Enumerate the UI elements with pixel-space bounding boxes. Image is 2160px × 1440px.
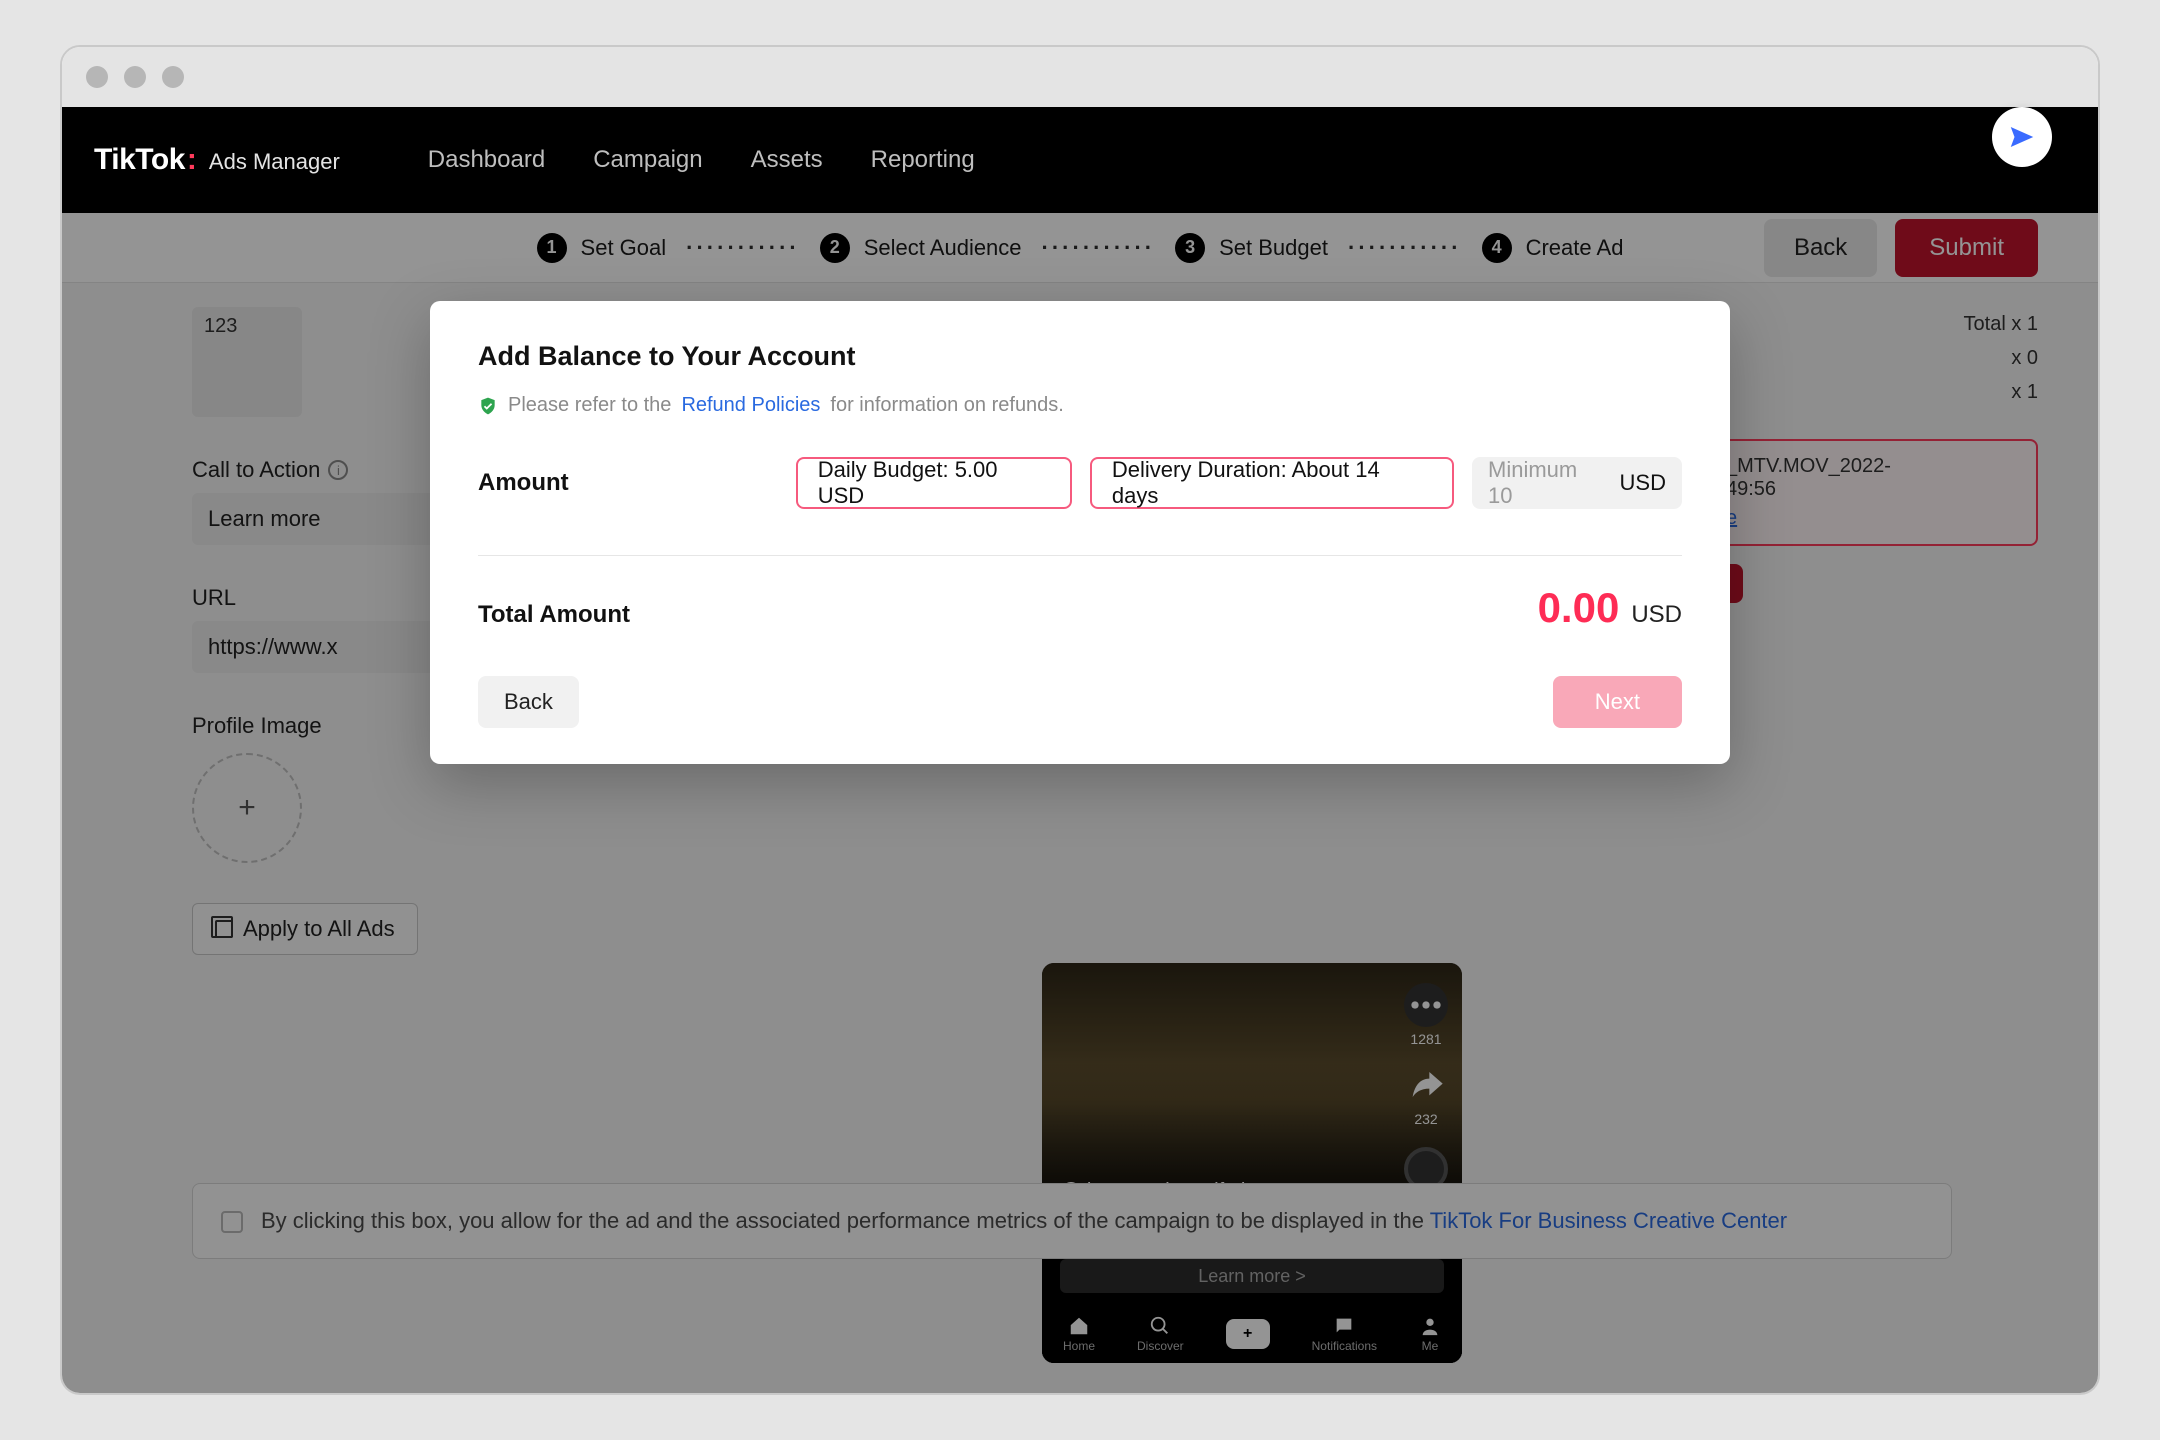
window-dot[interactable] bbox=[86, 66, 108, 88]
brand-subtitle: Ads Manager bbox=[209, 149, 340, 175]
modal-next-button[interactable]: Next bbox=[1553, 676, 1682, 728]
brand: TikTok : Ads Manager bbox=[94, 143, 340, 177]
shield-icon bbox=[478, 396, 498, 416]
total-currency: USD bbox=[1631, 601, 1682, 629]
amount-row: Amount Daily Budget: 5.00 USD Delivery D… bbox=[478, 457, 1682, 509]
help-fab[interactable] bbox=[1992, 107, 2052, 167]
window-dot[interactable] bbox=[162, 66, 184, 88]
refund-info: Please refer to the Refund Policies for … bbox=[478, 394, 1682, 417]
divider bbox=[478, 555, 1682, 556]
nav-campaign[interactable]: Campaign bbox=[593, 146, 702, 174]
browser-window: TikTok : Ads Manager Dashboard Campaign … bbox=[60, 45, 2100, 1395]
nav-reporting[interactable]: Reporting bbox=[871, 146, 975, 174]
window-titlebar bbox=[62, 47, 2098, 107]
total-label: Total Amount bbox=[478, 601, 630, 629]
amount-currency: USD bbox=[1620, 470, 1666, 496]
nav-dashboard[interactable]: Dashboard bbox=[428, 146, 545, 174]
modal-footer: Back Next bbox=[478, 676, 1682, 728]
app-root: TikTok : Ads Manager Dashboard Campaign … bbox=[62, 107, 2098, 1393]
amount-placeholder: Minimum 10 bbox=[1488, 457, 1606, 509]
refund-policies-link[interactable]: Refund Policies bbox=[681, 394, 820, 417]
total-amount-value: 0.00 bbox=[1538, 584, 1620, 632]
window-dot[interactable] bbox=[124, 66, 146, 88]
total-row: Total Amount 0.00 USD bbox=[478, 584, 1682, 632]
modal-title: Add Balance to Your Account bbox=[478, 341, 1682, 372]
nav-assets[interactable]: Assets bbox=[751, 146, 823, 174]
modal-back-button[interactable]: Back bbox=[478, 676, 579, 728]
brand-logo: TikTok bbox=[94, 143, 185, 177]
send-icon bbox=[2007, 122, 2037, 152]
nav-links: Dashboard Campaign Assets Reporting bbox=[428, 146, 975, 174]
amount-label: Amount bbox=[478, 469, 778, 497]
brand-colon: : bbox=[187, 143, 197, 177]
add-balance-modal: Add Balance to Your Account Please refer… bbox=[430, 301, 1730, 764]
delivery-duration-pill[interactable]: Delivery Duration: About 14 days bbox=[1090, 457, 1454, 509]
top-nav: TikTok : Ads Manager Dashboard Campaign … bbox=[62, 107, 2098, 213]
amount-input[interactable]: Minimum 10 USD bbox=[1472, 457, 1682, 509]
daily-budget-pill[interactable]: Daily Budget: 5.00 USD bbox=[796, 457, 1072, 509]
